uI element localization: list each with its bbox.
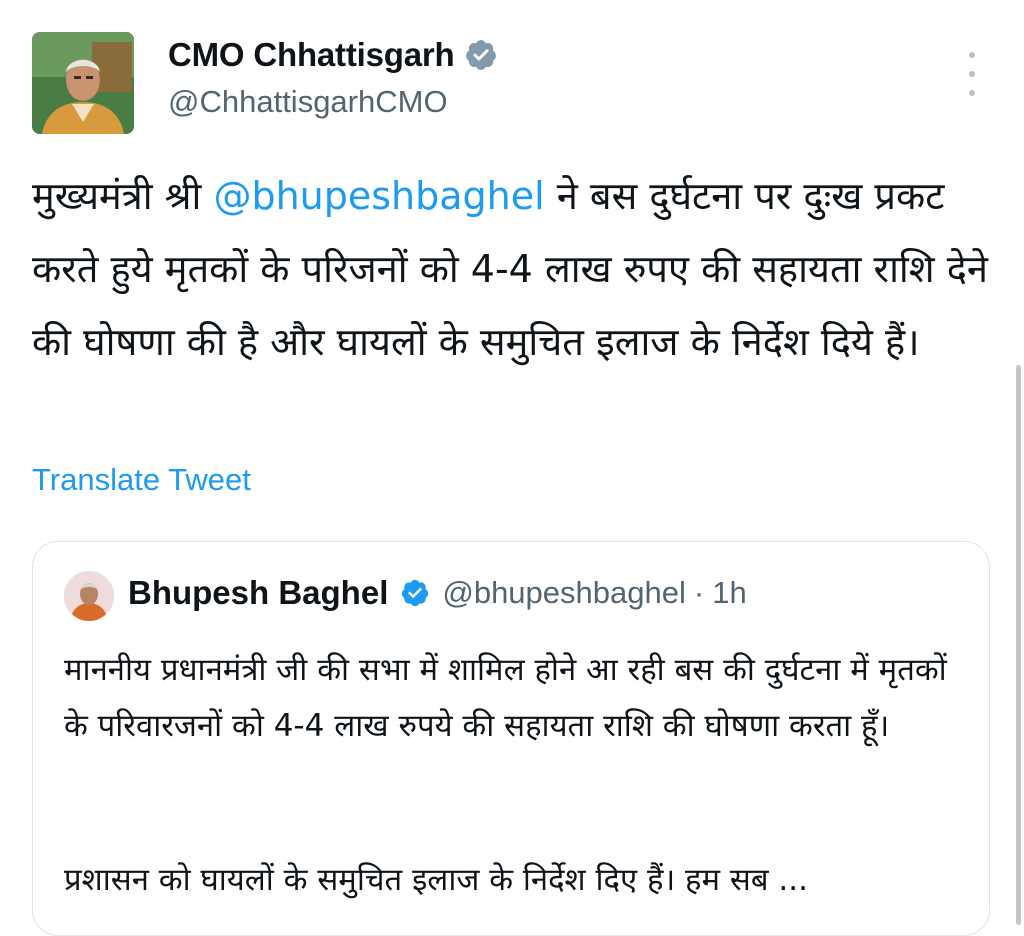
tweet-text: मुख्यमंत्री श्री @bhupeshbaghel ने बस दु… — [32, 160, 1007, 379]
quoted-tweet-header: Bhupesh Baghel @bhupeshbaghel · 1h — [128, 574, 747, 612]
scrollbar-thumb[interactable] — [1016, 365, 1021, 925]
more-vertical-icon[interactable] — [958, 52, 986, 96]
avatar-image — [32, 32, 134, 134]
quoted-author-avatar[interactable] — [64, 571, 114, 621]
quoted-author-handle[interactable]: @bhupeshbaghel — [442, 575, 686, 611]
author-display-name[interactable]: CMO Chhattisgarh — [168, 36, 455, 74]
quoted-tweet-paragraph-2: प्रशासन को घायलों के समुचित इलाज के निर्… — [64, 862, 808, 898]
translate-tweet-link[interactable]: Translate Tweet — [32, 462, 251, 498]
quoted-tweet-time[interactable]: 1h — [712, 575, 746, 611]
tweet-text-start: मुख्यमंत्री श्री — [32, 174, 214, 218]
author-avatar[interactable] — [32, 32, 134, 134]
author-display-name-row[interactable]: CMO Chhattisgarh — [168, 36, 498, 74]
quoted-avatar-image — [64, 571, 114, 621]
verified-badge-icon — [464, 38, 498, 72]
verified-badge-icon — [400, 578, 430, 608]
author-handle[interactable]: @ChhattisgarhCMO — [168, 84, 448, 120]
quoted-tweet-paragraph-1: माननीय प्रधानमंत्री जी की सभा में शामिल … — [64, 652, 947, 744]
quoted-author-name[interactable]: Bhupesh Baghel — [128, 574, 388, 612]
mention-link[interactable]: @bhupeshbaghel — [213, 174, 544, 218]
quoted-tweet-meta: @bhupeshbaghel · 1h — [442, 575, 746, 611]
meta-separator: · — [693, 575, 705, 610]
